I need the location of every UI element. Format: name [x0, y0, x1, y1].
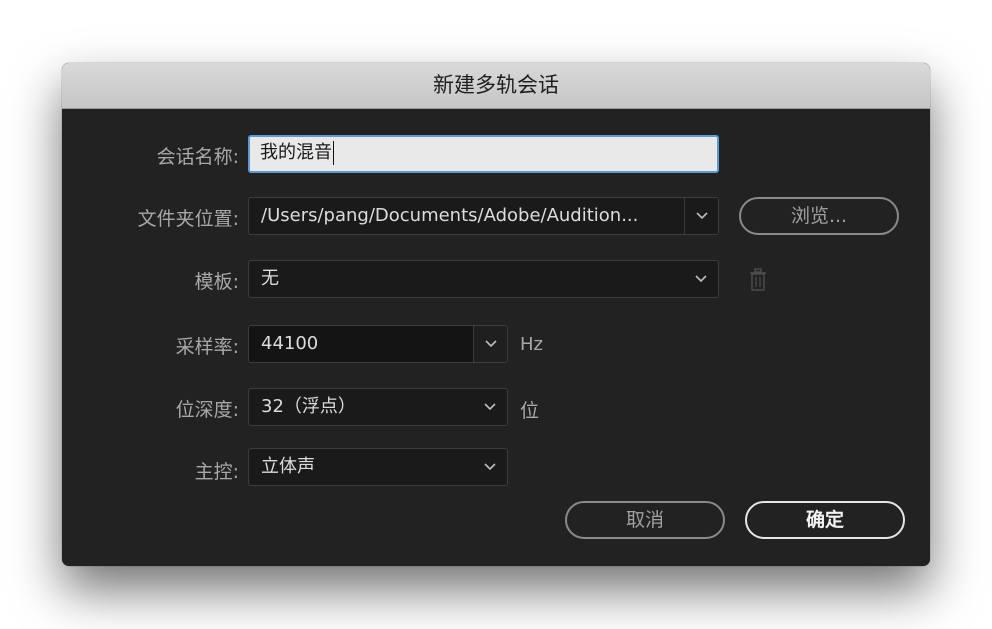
session-name-input[interactable]: 我的混音	[248, 135, 719, 173]
chevron-down-icon[interactable]	[684, 198, 718, 234]
dialog-title: 新建多轨会话	[62, 63, 930, 109]
template-select[interactable]: 无	[248, 260, 719, 298]
folder-location-label: 文件夹位置:	[137, 208, 239, 230]
cancel-button[interactable]: 取消	[565, 501, 725, 539]
template-label: 模板:	[194, 271, 239, 293]
folder-location-select[interactable]: /Users/pang/Documents/Adobe/Audition...	[248, 197, 719, 235]
session-name-label: 会话名称:	[156, 146, 239, 168]
sample-rate-combobox[interactable]: 44100	[248, 325, 508, 363]
sample-rate-label: 采样率:	[175, 336, 239, 358]
new-multitrack-session-dialog: 新建多轨会话 会话名称: 我的混音 文件夹位置: /Users/pang/Doc…	[62, 63, 930, 566]
bit-depth-select[interactable]: 32（浮点）	[248, 388, 508, 426]
bit-depth-value: 32（浮点）	[261, 396, 356, 417]
bit-depth-label: 位深度:	[175, 399, 239, 421]
master-select[interactable]: 立体声	[248, 448, 508, 486]
session-name-value: 我的混音	[260, 142, 332, 163]
folder-location-value: /Users/pang/Documents/Adobe/Audition...	[261, 205, 639, 226]
master-value: 立体声	[261, 456, 315, 477]
browse-button[interactable]: 浏览...	[739, 197, 899, 235]
sample-rate-unit: Hz	[520, 334, 543, 355]
text-caret	[333, 141, 334, 165]
ok-button[interactable]: 确定	[745, 501, 905, 539]
trash-icon[interactable]	[748, 268, 768, 292]
chevron-down-icon	[684, 261, 718, 297]
sample-rate-value: 44100	[261, 333, 319, 354]
bit-depth-unit: 位	[520, 400, 540, 422]
chevron-down-icon	[473, 449, 507, 485]
template-value: 无	[261, 268, 279, 289]
chevron-down-icon[interactable]	[473, 326, 507, 362]
master-label: 主控:	[194, 461, 239, 483]
chevron-down-icon	[473, 389, 507, 425]
